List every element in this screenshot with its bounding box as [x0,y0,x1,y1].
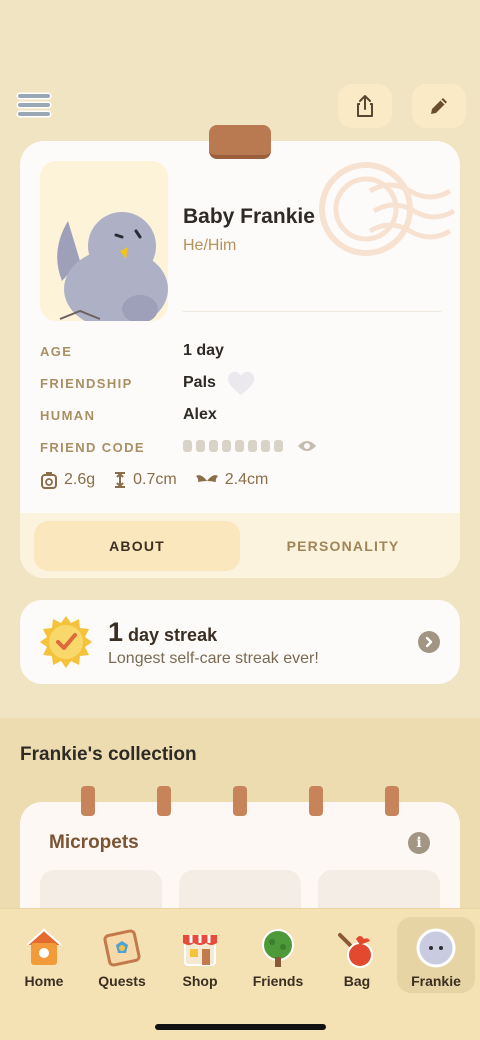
nav-quests-label: Quests [98,973,146,989]
pet-stats: 2.6g 0.7cm 2.4cm [40,471,268,489]
profile-tabs: ABOUT PERSONALITY [20,513,460,578]
nav-shop[interactable]: Shop [161,917,239,993]
human-label: HUMAN [40,408,96,423]
friendship-label: FRIENDSHIP [40,376,133,391]
streak-card[interactable]: 1 day streak Longest self-care streak ev… [20,600,460,684]
nav-bag[interactable]: Bag [318,917,396,993]
nav-bag-label: Bag [343,973,371,989]
streak-chevron[interactable] [418,631,440,653]
wingspan-value: 2.4cm [224,471,269,488]
pet-avatar [40,161,168,321]
pet-pronouns: He/Him [183,237,237,254]
age-value: 1 day [183,342,224,359]
divider [183,311,441,312]
menu-button[interactable] [16,92,52,120]
human-value: Alex [183,406,217,423]
nav-frankie-label: Frankie [411,973,461,989]
home-indicator[interactable] [155,1024,326,1030]
nav-friends-label: Friends [252,973,304,989]
friend-code-label: FRIEND CODE [40,440,145,455]
weight-stat: 2.6g [40,471,95,489]
pet-name: Baby Frankie [183,205,315,228]
wings-icon [195,475,218,482]
age-label: AGE [40,344,73,359]
bird-illustration [57,212,168,321]
streak-title: 1 day streak [108,617,217,648]
share-button[interactable] [338,84,392,128]
nav-frankie[interactable]: Frankie [397,917,475,993]
bird-avatar-icon [416,928,456,968]
bottom-nav: Home Quests Shop Friends Bag Frankie [0,908,480,1040]
nav-friends[interactable]: Friends [239,917,317,993]
streak-subtitle: Longest self-care streak ever! [108,650,319,667]
wingspan-stat: 2.4cm [195,471,269,489]
pencil-icon [431,98,447,114]
shop-icon [183,935,217,966]
notebook-ring [309,786,323,816]
heart-icon [227,371,255,395]
edit-button[interactable] [412,84,466,128]
chevron-right-icon [425,636,433,648]
scale-icon [41,472,57,489]
card-clip [209,125,271,159]
bag-icon [338,933,373,968]
height-value: 0.7cm [133,471,177,488]
notebook-ring [157,786,171,816]
weight-value: 2.6g [64,471,96,488]
friendship-value: Pals [183,374,216,391]
nav-shop-label: Shop [182,973,218,989]
info-icon[interactable]: i [408,832,430,854]
birdhouse-icon [26,928,62,965]
eye-icon[interactable] [297,439,317,453]
collection-title: Frankie's collection [20,744,197,765]
friend-code-hidden [183,440,283,452]
tree-icon [262,929,294,967]
nav-home-label: Home [24,973,64,989]
tab-personality[interactable]: PERSONALITY [240,521,446,571]
streak-label: day streak [128,625,218,645]
nav-home[interactable]: Home [5,917,83,993]
streak-badge-icon [40,616,92,668]
notebook-ring [233,786,247,816]
height-stat: 0.7cm [113,471,177,489]
profile-card: Baby Frankie He/Him AGE 1 day FRIENDSHIP… [20,141,460,578]
streak-number: 1 [108,617,124,647]
tab-about[interactable]: ABOUT [34,521,240,571]
height-icon [115,472,126,488]
postmark-stamp [319,162,456,256]
nav-quests[interactable]: Quests [83,917,161,993]
share-icon [357,95,373,117]
scroll-icon [103,929,141,967]
notebook-ring [385,786,399,816]
micropets-heading: Micropets [49,832,139,853]
notebook-ring [81,786,95,816]
